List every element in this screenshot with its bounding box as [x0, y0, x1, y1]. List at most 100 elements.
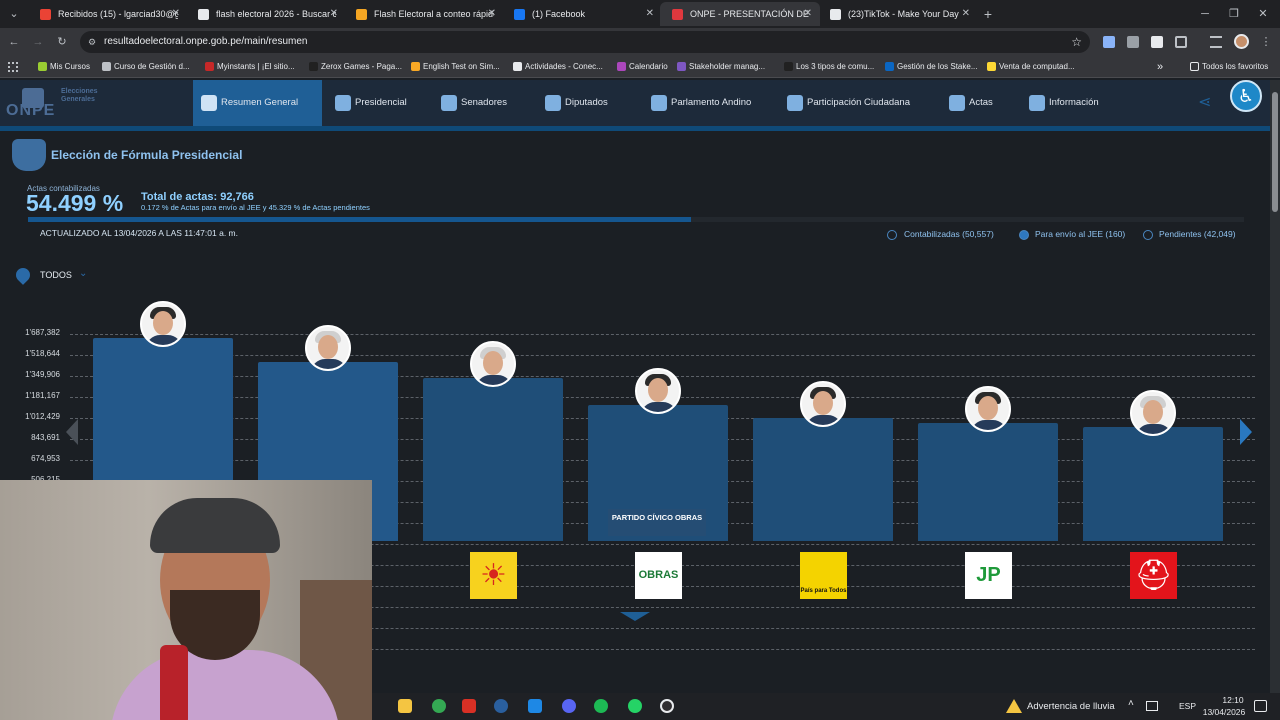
helmet-party-logo-icon[interactable]: ⛑: [1130, 552, 1177, 599]
chart-next-arrow-icon[interactable]: [1240, 419, 1252, 445]
spotify-taskbar-icon[interactable]: [594, 699, 608, 713]
candidate-avatar[interactable]: [965, 385, 1011, 432]
tab-close-icon[interactable]: ✕: [804, 2, 812, 26]
pais-para-todos-logo-icon[interactable]: País para Todos: [800, 552, 847, 599]
nav-label: Presidencial: [355, 97, 407, 108]
media-control-icon[interactable]: [1210, 36, 1222, 48]
tab-close-icon[interactable]: ✕: [962, 2, 970, 26]
browser-tab-4[interactable]: (1) Facebook ✕: [502, 2, 662, 26]
nav-actas[interactable]: Actas: [941, 80, 1013, 126]
bookmark-4[interactable]: Zerox Games - Paga...: [309, 56, 405, 78]
y-tick-label: 843,691: [31, 433, 60, 442]
network-icon[interactable]: [1146, 701, 1158, 711]
obras-party-logo-icon[interactable]: OBRAS: [635, 552, 682, 599]
bookmark-favicon-icon: [102, 62, 111, 71]
candidate-bar[interactable]: [1083, 426, 1223, 541]
forward-icon[interactable]: →: [28, 31, 48, 53]
browser-tab-5[interactable]: ONPE - PRESENTACIÓN DE RES✕: [660, 2, 820, 26]
share-icon[interactable]: ⋖: [1198, 94, 1216, 112]
steam-taskbar-icon[interactable]: [494, 699, 508, 713]
all-favorites-folder[interactable]: Todos los favoritos: [1190, 56, 1275, 78]
clock-date[interactable]: 13/04/2026: [1194, 707, 1254, 717]
bookmark-9[interactable]: Los 3 tipos de comu...: [784, 56, 876, 78]
onpe-logo[interactable]: ONPE Elecciones Generales: [6, 86, 116, 122]
nav-resumen-general[interactable]: Resumen General: [193, 80, 322, 126]
files-taskbar-icon[interactable]: [398, 699, 412, 713]
bookmark-star-icon[interactable]: ☆: [1071, 31, 1082, 53]
candidate-avatar[interactable]: [635, 367, 681, 414]
expand-chevron-icon[interactable]: [620, 612, 650, 621]
nav-diputados[interactable]: Diputados: [537, 80, 631, 126]
shield-taskbar-icon[interactable]: [462, 699, 476, 713]
obs-taskbar-icon[interactable]: [660, 699, 674, 713]
reload-icon[interactable]: ↻: [52, 31, 72, 53]
bookmark-1[interactable]: Mis Cursos: [38, 56, 100, 78]
minimize-button[interactable]: ─: [1195, 3, 1215, 25]
app-taskbar-icon[interactable]: [528, 699, 542, 713]
new-tab-button[interactable]: +: [978, 3, 998, 25]
tab-close-icon[interactable]: ✕: [646, 2, 654, 26]
bookmark-2[interactable]: Curso de Gestión d...: [102, 56, 198, 78]
back-icon[interactable]: ←: [4, 31, 24, 53]
candidate-bar[interactable]: [423, 377, 563, 541]
candidate-avatar[interactable]: [140, 300, 186, 347]
page-scrollbar[interactable]: [1270, 80, 1280, 693]
bookmarks-overflow-icon[interactable]: »: [1157, 56, 1163, 78]
location-filter[interactable]: TODOS ⌄: [13, 265, 96, 287]
close-window-button[interactable]: ✕: [1253, 3, 1273, 25]
webcam-person-cap: [150, 498, 280, 553]
browser-tab-2[interactable]: flash electoral 2026 - Buscar co ✕: [186, 2, 346, 26]
candidate-avatar[interactable]: [1130, 389, 1176, 436]
y-tick-label: 1'518,644: [25, 349, 60, 358]
sun-party-logo-icon[interactable]: ☀: [470, 552, 517, 599]
nav-informacion[interactable]: Información: [1021, 80, 1117, 126]
weather-warning-icon[interactable]: [1006, 699, 1022, 713]
bookmark-6[interactable]: Actividades - Conec...: [513, 56, 606, 78]
browser-tab-3[interactable]: Flash Electoral a conteo rápido ✕: [344, 2, 504, 26]
candidate-bar[interactable]: [753, 418, 893, 541]
bookmark-10[interactable]: Gestión de los Stake...: [885, 56, 981, 78]
url-field[interactable]: ⚙ resultadoelectoral.onpe.gob.pe/main/re…: [80, 31, 1090, 53]
apps-grid-icon[interactable]: [8, 62, 18, 72]
tab-close-icon[interactable]: ✕: [488, 2, 496, 26]
chart-prev-arrow-icon[interactable]: [66, 419, 78, 445]
bookmark-8[interactable]: Stakeholder manag...: [677, 56, 769, 78]
nav-senadores[interactable]: Senadores: [433, 80, 529, 126]
extensions-puzzle-icon[interactable]: [1175, 36, 1187, 48]
bookmark-7[interactable]: Calendario: [617, 56, 669, 78]
candidate-avatar[interactable]: [470, 340, 516, 387]
nav-participacion-ciudadana[interactable]: Participación Ciudadana: [779, 80, 933, 126]
extension-icon-1[interactable]: [1103, 36, 1115, 48]
chrome-taskbar-icon[interactable]: [432, 699, 446, 713]
browser-tab-1[interactable]: Recibidos (15) - lgarciad30@gm ✕: [28, 2, 188, 26]
clock-time[interactable]: 12:10: [1208, 695, 1258, 705]
tray-chevron-icon[interactable]: ˄: [1128, 698, 1134, 709]
site-info-icon[interactable]: ⚙: [88, 31, 96, 53]
bookmark-3[interactable]: Myinstants | ¡El sitio...: [205, 56, 300, 78]
candidate-bar[interactable]: [918, 422, 1058, 541]
menu-kebab-icon[interactable]: ⋮: [1256, 31, 1276, 53]
candidate-avatar[interactable]: [800, 381, 846, 428]
tab-search-icon[interactable]: ⌄: [4, 3, 24, 25]
whatsapp-taskbar-icon[interactable]: [628, 699, 642, 713]
browser-tab-6[interactable]: (23)TikTok - Make Your Day ✕: [818, 2, 978, 26]
bookmark-label: Los 3 tipos de comu...: [796, 62, 875, 71]
extension-icon-2[interactable]: [1127, 36, 1139, 48]
accessibility-button[interactable]: ♿: [1230, 80, 1262, 112]
nav-presidencial[interactable]: Presidencial: [327, 80, 427, 126]
nav-parlamento-andino[interactable]: Parlamento Andino: [643, 80, 771, 126]
tab-close-icon[interactable]: ✕: [330, 2, 338, 26]
weather-text[interactable]: Advertencia de lluvia: [1027, 701, 1115, 712]
extension-icon-3[interactable]: [1151, 36, 1163, 48]
restore-button[interactable]: ❐: [1224, 3, 1244, 25]
notifications-icon[interactable]: [1254, 700, 1267, 712]
bookmark-5[interactable]: English Test on Sim...: [411, 56, 509, 78]
discord-taskbar-icon[interactable]: [562, 699, 576, 713]
candidate-avatar[interactable]: [305, 325, 351, 372]
actas-progress-fill: [28, 217, 691, 222]
profile-avatar[interactable]: [1234, 34, 1249, 49]
jp-party-logo-icon[interactable]: JP: [965, 552, 1012, 599]
bookmark-11[interactable]: Venta de computad...: [987, 56, 1081, 78]
tab-close-icon[interactable]: ✕: [172, 2, 180, 26]
scrollbar-thumb[interactable]: [1272, 92, 1278, 212]
